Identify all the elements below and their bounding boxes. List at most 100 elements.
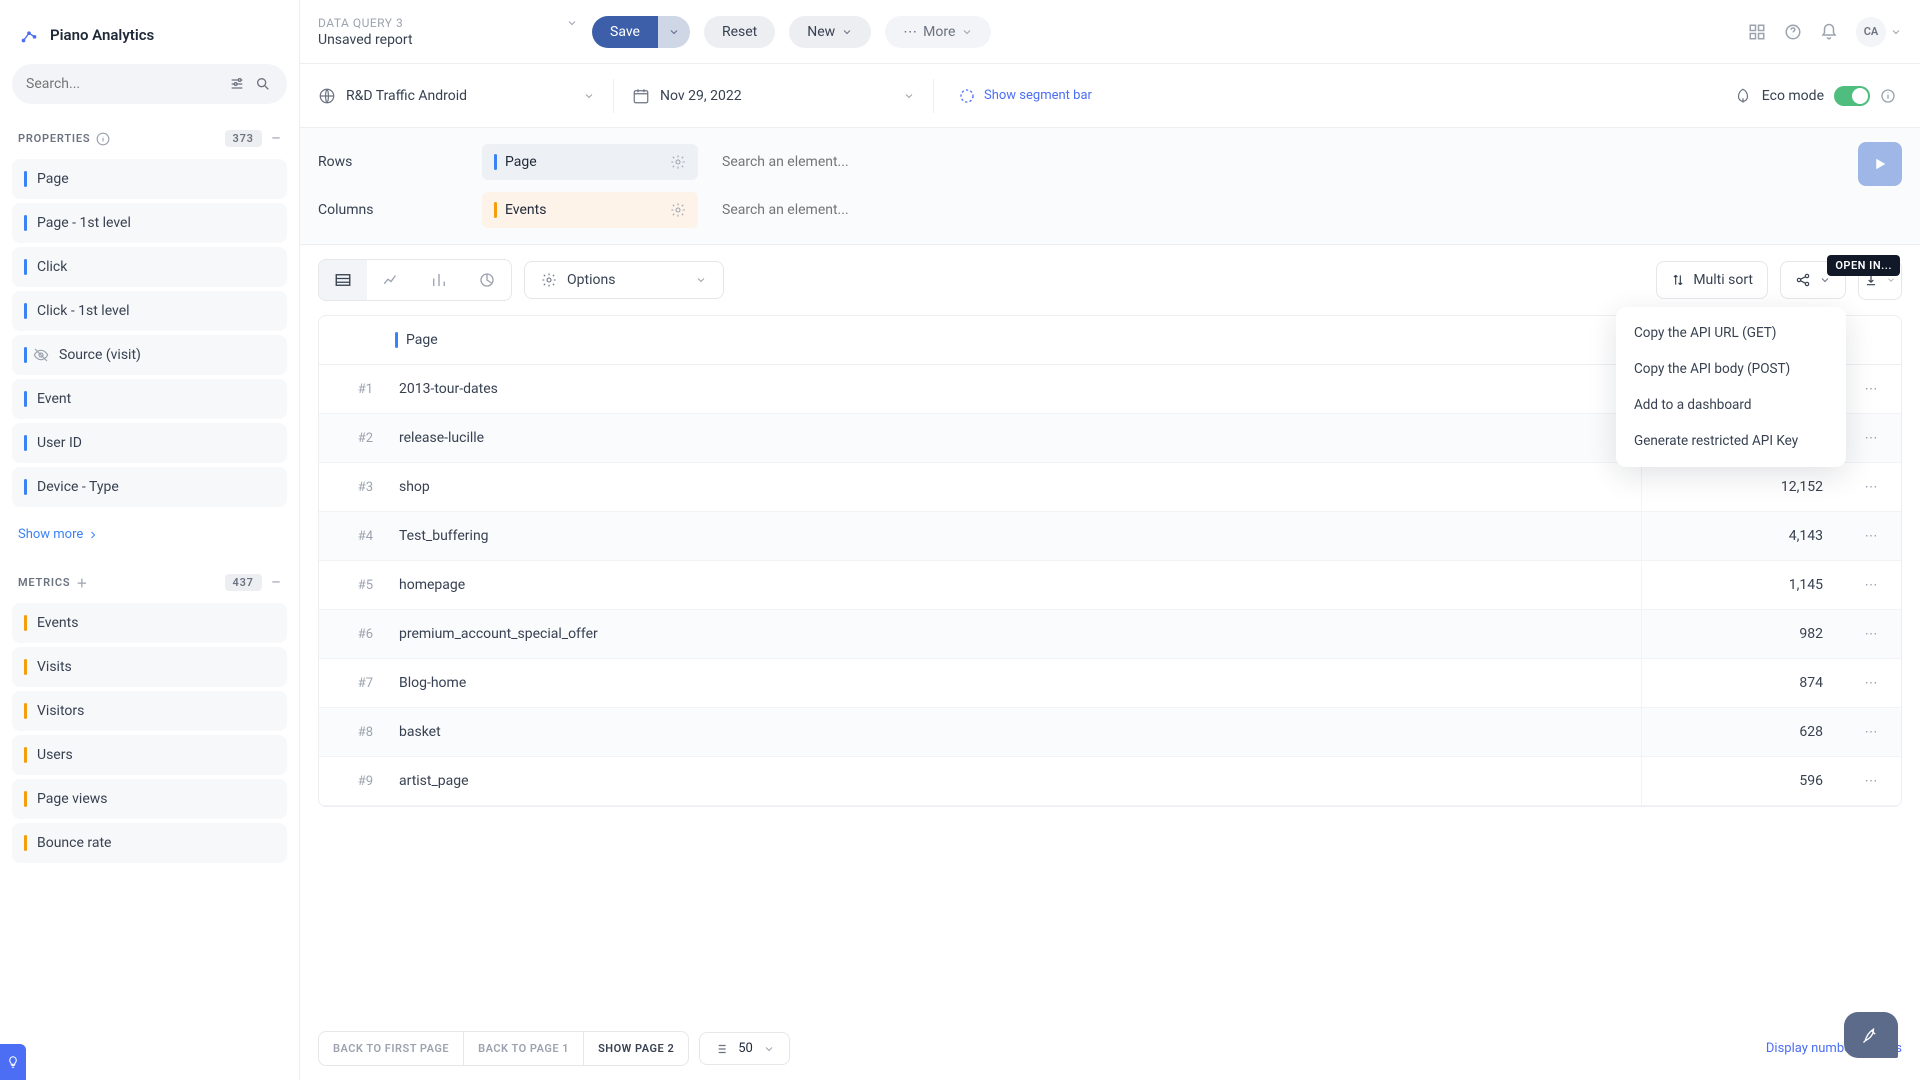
- sidebar-item[interactable]: User ID: [12, 423, 287, 463]
- run-button[interactable]: [1858, 142, 1902, 186]
- row-index: #9: [319, 758, 385, 805]
- date-selector[interactable]: Nov 29, 2022: [614, 79, 934, 113]
- perimeter-selector[interactable]: R&D Traffic Android: [318, 79, 614, 113]
- sidebar-item-label: Source (visit): [59, 347, 141, 363]
- view-line-tab[interactable]: [367, 260, 415, 300]
- open-in-tooltip: OPEN IN...: [1827, 255, 1900, 276]
- row-value: 12,152: [1641, 463, 1841, 511]
- sidebar-item[interactable]: Source (visit): [12, 335, 287, 375]
- reset-button[interactable]: Reset: [704, 16, 775, 48]
- query-name-selector[interactable]: DATA QUERY 3 Unsaved report: [318, 16, 578, 48]
- row-actions[interactable]: ⋯: [1841, 431, 1901, 446]
- eco-icon: [1734, 87, 1752, 105]
- row-value: 874: [1641, 659, 1841, 707]
- show-more-link[interactable]: Show more: [12, 517, 287, 552]
- row-actions[interactable]: ⋯: [1841, 480, 1901, 495]
- page-size-selector[interactable]: 50: [699, 1032, 790, 1065]
- rows-search-input[interactable]: [714, 146, 1902, 178]
- show-next-page-button[interactable]: SHOW PAGE 2: [584, 1032, 688, 1065]
- save-dropdown[interactable]: [658, 16, 690, 48]
- row-actions[interactable]: ⋯: [1841, 529, 1901, 544]
- list-icon: [714, 1042, 728, 1056]
- sidebar-item-label: Page - 1st level: [37, 215, 131, 231]
- page-size-value: 50: [738, 1041, 753, 1056]
- options-button[interactable]: Options: [524, 261, 724, 299]
- sidebar-item[interactable]: Click: [12, 247, 287, 287]
- help-icon[interactable]: [1784, 23, 1802, 41]
- new-button[interactable]: New: [789, 16, 871, 48]
- rows-chip-label: Page: [505, 154, 537, 170]
- plus-icon[interactable]: ＋: [76, 575, 88, 591]
- search-icon[interactable]: [253, 74, 273, 94]
- row-index: #4: [319, 513, 385, 560]
- row-page: artist_page: [385, 757, 1641, 805]
- hint-fab[interactable]: [0, 1044, 26, 1080]
- sidebar-item[interactable]: Event: [12, 379, 287, 419]
- sidebar-item[interactable]: Events: [12, 603, 287, 643]
- save-button[interactable]: Save: [592, 16, 658, 48]
- sidebar-item[interactable]: Click - 1st level: [12, 291, 287, 331]
- toolbar: Options Multi sort OPEN IN... Copy the A…: [300, 245, 1920, 315]
- gear-icon[interactable]: [670, 202, 686, 218]
- dropdown-item[interactable]: Copy the API URL (GET): [1616, 315, 1846, 351]
- row-actions[interactable]: ⋯: [1841, 774, 1901, 789]
- view-pie-tab[interactable]: [463, 260, 511, 300]
- segment-label: Show segment bar: [984, 88, 1092, 103]
- bell-icon[interactable]: [1820, 23, 1838, 41]
- dropdown-item[interactable]: Generate restricted API Key: [1616, 423, 1846, 459]
- dropdown-item[interactable]: Copy the API body (POST): [1616, 351, 1846, 387]
- eco-toggle[interactable]: [1834, 86, 1870, 106]
- row-actions[interactable]: ⋯: [1841, 676, 1901, 691]
- sidebar-item[interactable]: Visitors: [12, 691, 287, 731]
- row-value: 4,143: [1641, 512, 1841, 560]
- multi-sort-button[interactable]: Multi sort: [1656, 261, 1768, 299]
- search-box[interactable]: [12, 64, 287, 104]
- info-icon[interactable]: [1880, 88, 1896, 104]
- sidebar-item[interactable]: Page: [12, 159, 287, 199]
- filterbar: R&D Traffic Android Nov 29, 2022 Show se…: [300, 64, 1920, 128]
- options-label: Options: [567, 272, 615, 288]
- rocket-fab[interactable]: [1844, 1012, 1898, 1058]
- row-actions[interactable]: ⋯: [1841, 578, 1901, 593]
- view-bar-tab[interactable]: [415, 260, 463, 300]
- info-icon[interactable]: [96, 132, 110, 146]
- back-first-page-button[interactable]: BACK TO FIRST PAGE: [319, 1032, 464, 1065]
- more-button[interactable]: ⋯ More: [885, 16, 991, 48]
- row-index: #6: [319, 611, 385, 658]
- sidebar-item[interactable]: Device - Type: [12, 467, 287, 507]
- collapse-icon[interactable]: —: [272, 132, 281, 145]
- sidebar-item-label: Device - Type: [37, 479, 119, 495]
- sidebar-item[interactable]: Bounce rate: [12, 823, 287, 863]
- sidebar-item-label: User ID: [37, 435, 82, 451]
- dropdown-item[interactable]: Add to a dashboard: [1616, 387, 1846, 423]
- row-actions[interactable]: ⋯: [1841, 725, 1901, 740]
- row-page: 2013-tour-dates: [385, 365, 1641, 413]
- col-header-page[interactable]: Page: [319, 316, 1641, 364]
- sidebar-item[interactable]: Page - 1st level: [12, 203, 287, 243]
- back-prev-page-button[interactable]: BACK TO PAGE 1: [464, 1032, 584, 1065]
- table-row: #6premium_account_special_offer982⋯: [319, 610, 1901, 659]
- sliders-icon[interactable]: [227, 74, 247, 94]
- apps-icon[interactable]: [1748, 23, 1766, 41]
- collapse-icon[interactable]: —: [272, 576, 281, 589]
- date-label: Nov 29, 2022: [660, 88, 742, 104]
- cols-chip-events[interactable]: Events: [482, 192, 698, 228]
- sidebar-item[interactable]: Users: [12, 735, 287, 775]
- sidebar-item-label: Page: [37, 171, 69, 187]
- search-input[interactable]: [26, 76, 221, 92]
- user-avatar[interactable]: CA: [1856, 17, 1886, 47]
- rows-chip-page[interactable]: Page: [482, 144, 698, 180]
- row-actions[interactable]: ⋯: [1841, 382, 1901, 397]
- cols-search-input[interactable]: [714, 194, 1902, 226]
- chevron-right-icon: [87, 529, 99, 541]
- sidebar-item[interactable]: Page views: [12, 779, 287, 819]
- gear-icon[interactable]: [670, 154, 686, 170]
- view-table-tab[interactable]: [319, 260, 367, 300]
- show-segment-bar[interactable]: Show segment bar: [934, 87, 1092, 105]
- row-index: #1: [319, 366, 385, 413]
- eye-off-icon: [33, 347, 49, 363]
- sidebar-item-label: Visitors: [37, 703, 84, 719]
- row-actions[interactable]: ⋯: [1841, 627, 1901, 642]
- sidebar-item[interactable]: Visits: [12, 647, 287, 687]
- table-row: #8basket628⋯: [319, 708, 1901, 757]
